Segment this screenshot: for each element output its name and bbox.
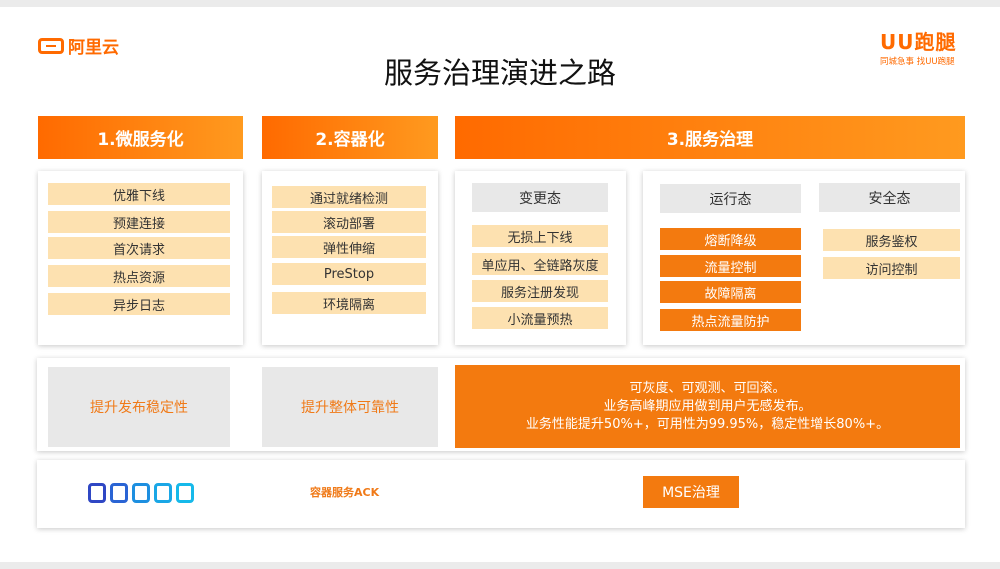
stage-header-microservice: 1.微服务化 <box>38 116 243 159</box>
microservice-item: 首次请求 <box>48 237 230 259</box>
stage-header-container: 2.容器化 <box>262 116 438 159</box>
runtime-item: 故障隔离 <box>660 281 801 303</box>
governance-benefit-line: 业务性能提升50%+，可用性为99.95%，稳定性增长80%+。 <box>525 416 890 432</box>
container-item: 通过就绪检测 <box>272 186 426 208</box>
runtime-item: 熔断降级 <box>660 228 801 250</box>
runtime-item: 流量控制 <box>660 255 801 277</box>
stage-header-governance: 3.服务治理 <box>455 116 965 159</box>
dubbo-logo <box>88 483 194 503</box>
mse-label: MSE治理 <box>643 476 739 508</box>
container-benefit: 提升整体可靠性 <box>262 367 438 447</box>
container-item: 滚动部署 <box>272 211 426 233</box>
governance-benefit-line: 可灰度、可观测、可回滚。 <box>629 380 786 396</box>
runtime-state-title: 运行态 <box>660 184 801 213</box>
change-item: 无损上下线 <box>472 225 608 247</box>
dubbo-logo-letter-icon <box>132 483 150 503</box>
change-state-title: 变更态 <box>472 183 608 212</box>
security-item: 访问控制 <box>823 257 960 279</box>
microservice-item: 异步日志 <box>48 293 230 315</box>
dubbo-logo-letter-icon <box>154 483 172 503</box>
container-item: 弹性伸缩 <box>272 236 426 258</box>
change-item: 小流量预热 <box>472 307 608 329</box>
container-item: 环境隔离 <box>272 292 426 314</box>
change-item: 单应用、全链路灰度 <box>472 253 608 275</box>
microservice-item: 热点资源 <box>48 265 230 287</box>
dubbo-logo-letter-icon <box>176 483 194 503</box>
container-item: PreStop <box>272 263 426 285</box>
security-state-title: 安全态 <box>819 183 960 212</box>
runtime-item: 热点流量防护 <box>660 309 801 331</box>
governance-benefit-line: 业务高峰期应用做到用户无感发布。 <box>603 398 812 414</box>
microservice-item: 预建连接 <box>48 211 230 233</box>
security-item: 服务鉴权 <box>823 229 960 251</box>
microservice-item: 优雅下线 <box>48 183 230 205</box>
dubbo-logo-letter-icon <box>88 483 106 503</box>
dubbo-logo-letter-icon <box>110 483 128 503</box>
microservice-benefit: 提升发布稳定性 <box>48 367 230 447</box>
change-item: 服务注册发现 <box>472 280 608 302</box>
governance-benefit: 可灰度、可观测、可回滚。 业务高峰期应用做到用户无感发布。 业务性能提升50%+… <box>455 365 960 448</box>
page-title: 服务治理演进之路 <box>383 56 616 90</box>
ack-label: 容器服务ACK <box>310 486 380 499</box>
